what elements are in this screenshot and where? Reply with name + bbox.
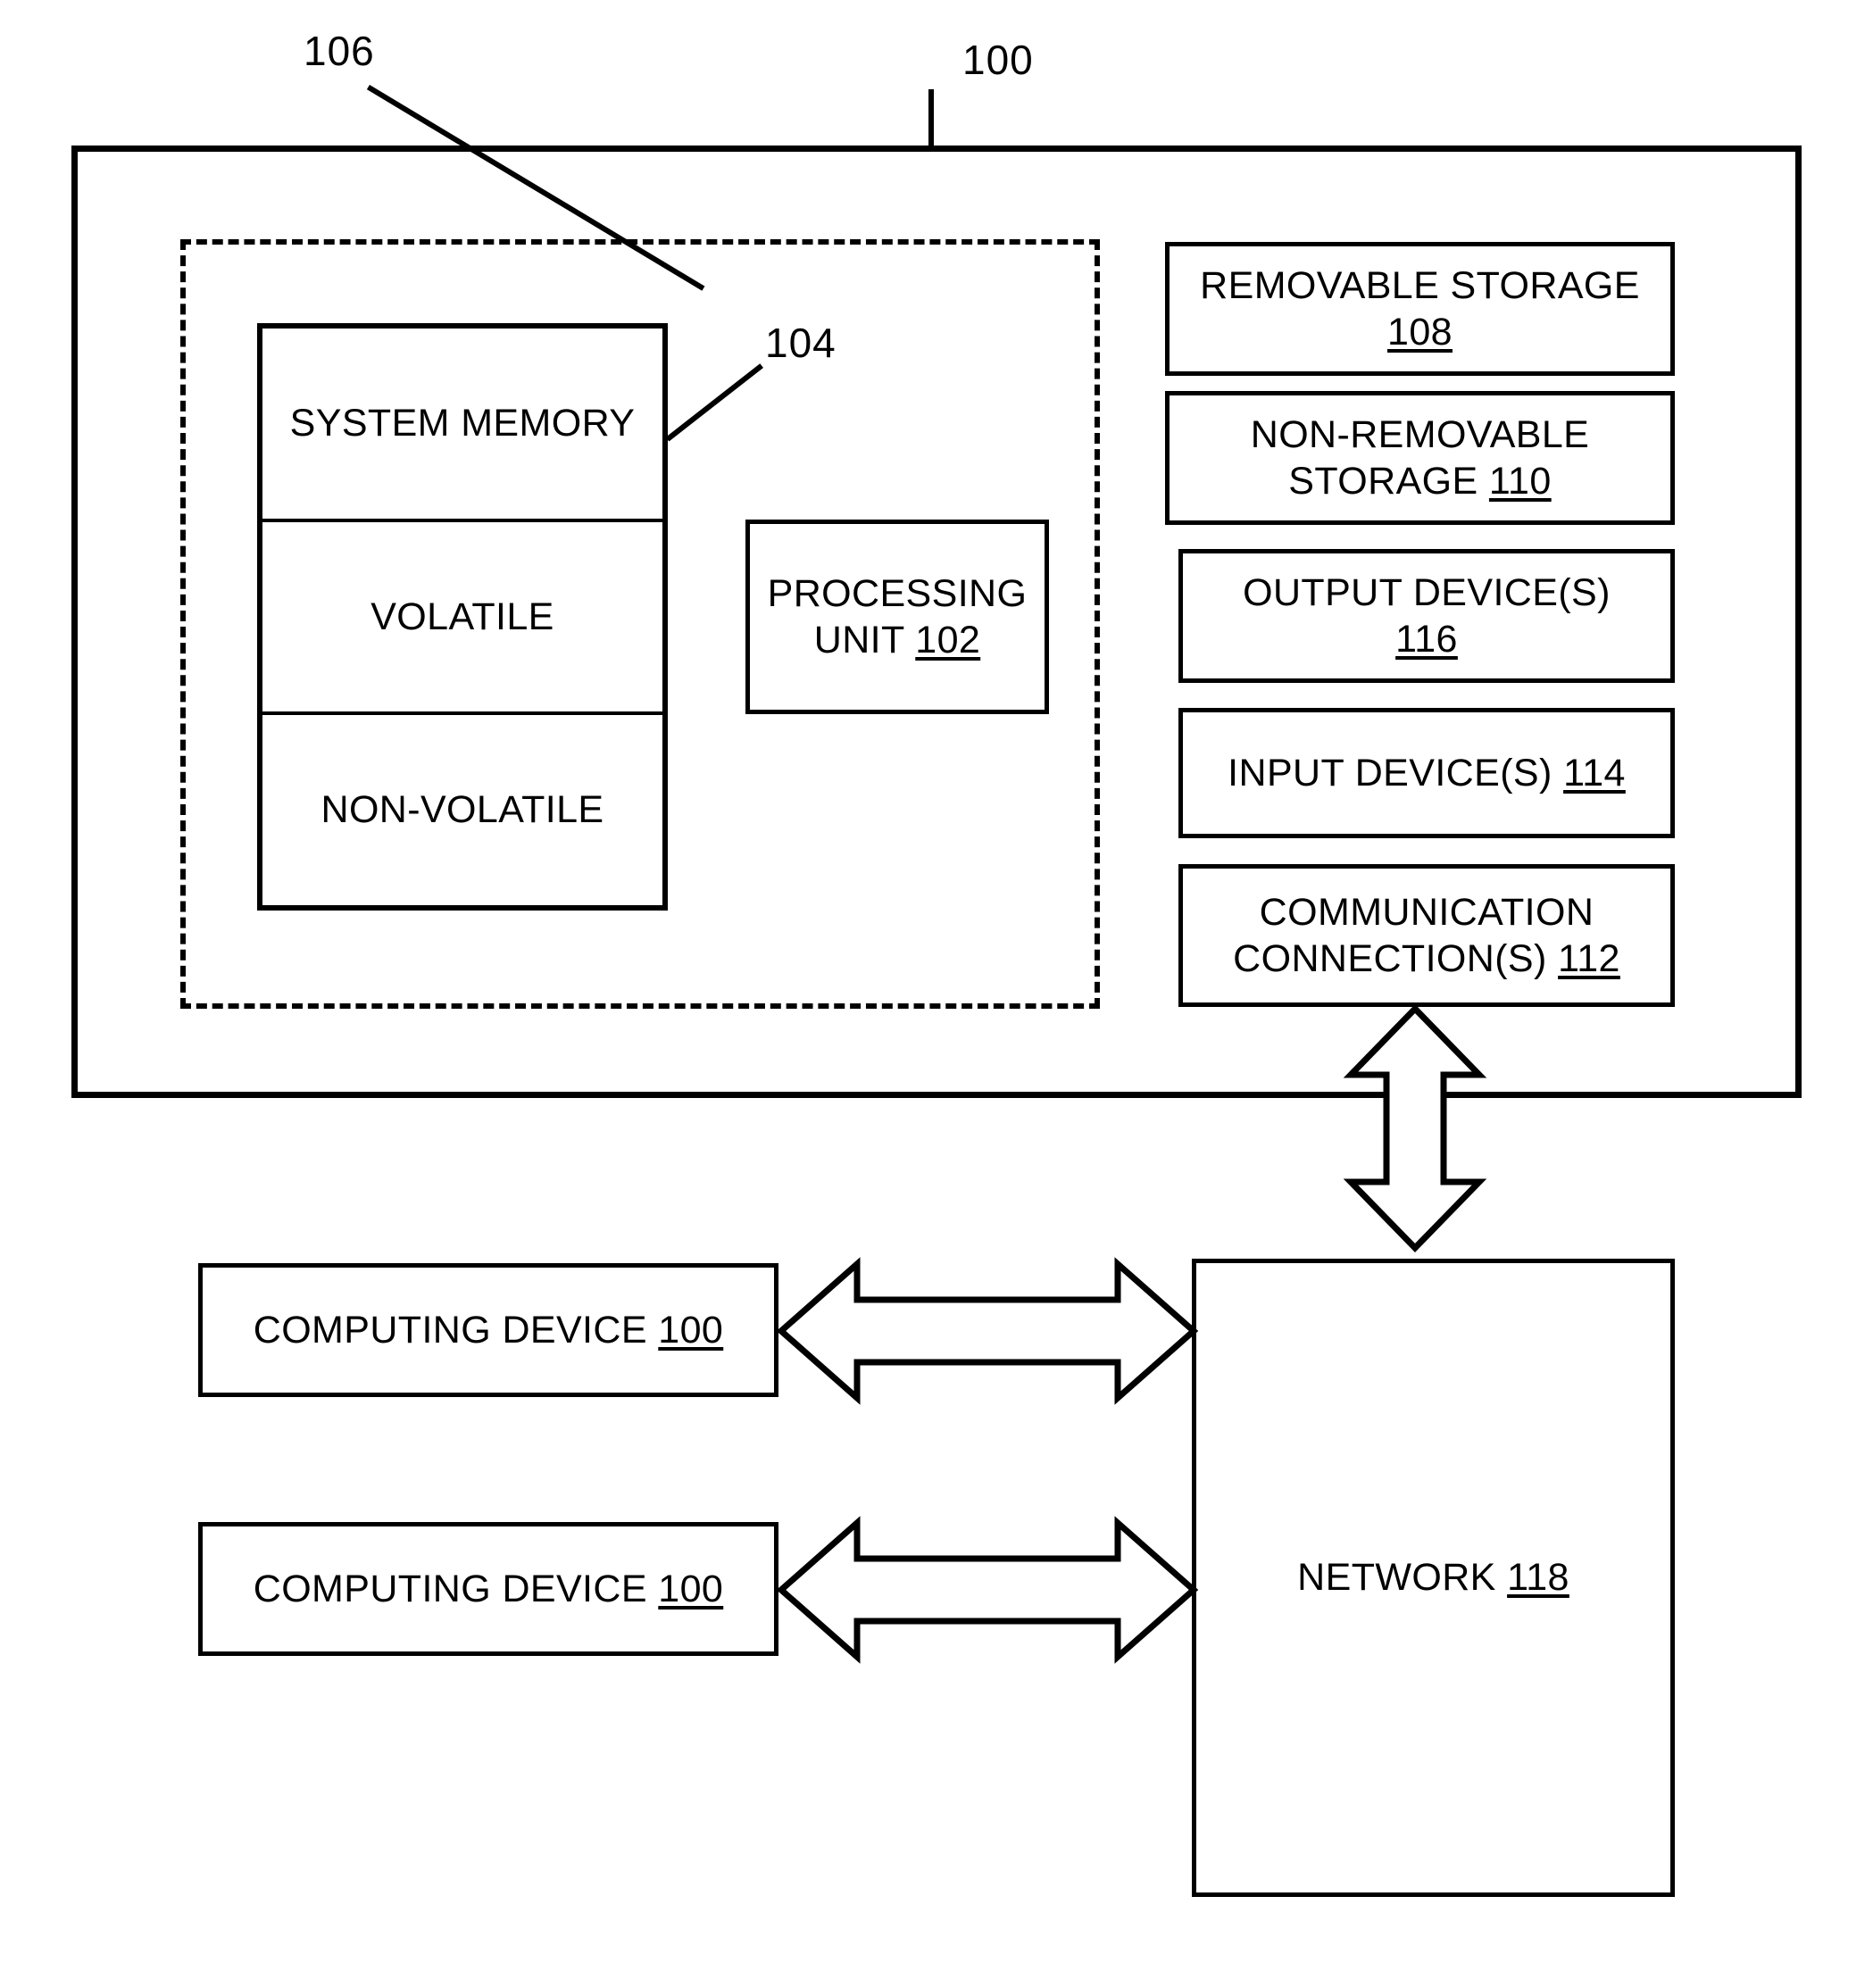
client-computing-device-ref-2: 100 <box>658 1567 724 1610</box>
callout-100-label: 100 <box>962 37 1034 83</box>
non-volatile-label: NON-VOLATILE <box>320 788 604 832</box>
non-removable-storage-box: NON-REMOVABLE STORAGE 110 <box>1165 391 1675 525</box>
processing-unit-label: PROCESSING UNIT 102 <box>767 571 1028 661</box>
input-devices-box: INPUT DEVICE(S) 114 <box>1178 708 1675 838</box>
processing-unit-box: PROCESSING UNIT 102 <box>745 520 1049 714</box>
removable-storage-box: REMOVABLE STORAGE 108 <box>1165 242 1675 376</box>
communication-connections-ref: 112 <box>1558 937 1620 980</box>
non-removable-storage-ref: 110 <box>1488 460 1552 503</box>
output-devices-ref: 116 <box>1395 618 1458 661</box>
horizontal-double-arrow-icon-1 <box>776 1257 1199 1405</box>
non-removable-storage-label: NON-REMOVABLE STORAGE 110 <box>1250 412 1590 503</box>
network-ref: 118 <box>1507 1556 1569 1600</box>
client-computing-device-box-2: COMPUTING DEVICE 100 <box>198 1522 778 1656</box>
callout-104-label: 104 <box>765 320 837 366</box>
client-computing-device-box-1: COMPUTING DEVICE 100 <box>198 1263 778 1397</box>
callout-100-leader-line <box>928 89 934 150</box>
volatile-label: VOLATILE <box>370 595 554 638</box>
patent-figure: SYSTEM MEMORY VOLATILE NON-VOLATILE PROC… <box>0 0 1873 1988</box>
input-devices-ref: 114 <box>1563 751 1626 794</box>
vertical-double-arrow-icon <box>1343 1003 1487 1253</box>
network-box: NETWORK 118 <box>1192 1259 1675 1897</box>
output-devices-label: OUTPUT DEVICE(S) 116 <box>1243 570 1611 661</box>
client-computing-device-label-2: COMPUTING DEVICE 100 <box>253 1567 724 1610</box>
output-devices-box: OUTPUT DEVICE(S) 116 <box>1178 549 1675 683</box>
client-computing-device-ref-1: 100 <box>658 1308 724 1352</box>
memory-cell-system-memory: SYSTEM MEMORY <box>262 329 662 522</box>
system-memory-label: SYSTEM MEMORY <box>289 401 636 445</box>
communication-connections-box: COMMUNICATION CONNECTION(S) 112 <box>1178 864 1675 1007</box>
horizontal-double-arrow-icon-2 <box>776 1516 1199 1664</box>
input-devices-label: INPUT DEVICE(S) 114 <box>1228 751 1626 794</box>
memory-cell-volatile: VOLATILE <box>262 522 662 716</box>
memory-cell-non-volatile: NON-VOLATILE <box>262 715 662 905</box>
processing-unit-ref: 102 <box>915 619 981 661</box>
removable-storage-ref: 108 <box>1387 311 1453 354</box>
system-memory-stack: SYSTEM MEMORY VOLATILE NON-VOLATILE <box>257 323 668 911</box>
communication-connections-label: COMMUNICATION CONNECTION(S) 112 <box>1233 890 1620 980</box>
client-computing-device-label-1: COMPUTING DEVICE 100 <box>253 1308 724 1352</box>
network-label: NETWORK 118 <box>1297 1556 1569 1600</box>
callout-106-label: 106 <box>304 28 375 74</box>
removable-storage-label: REMOVABLE STORAGE 108 <box>1200 263 1640 354</box>
